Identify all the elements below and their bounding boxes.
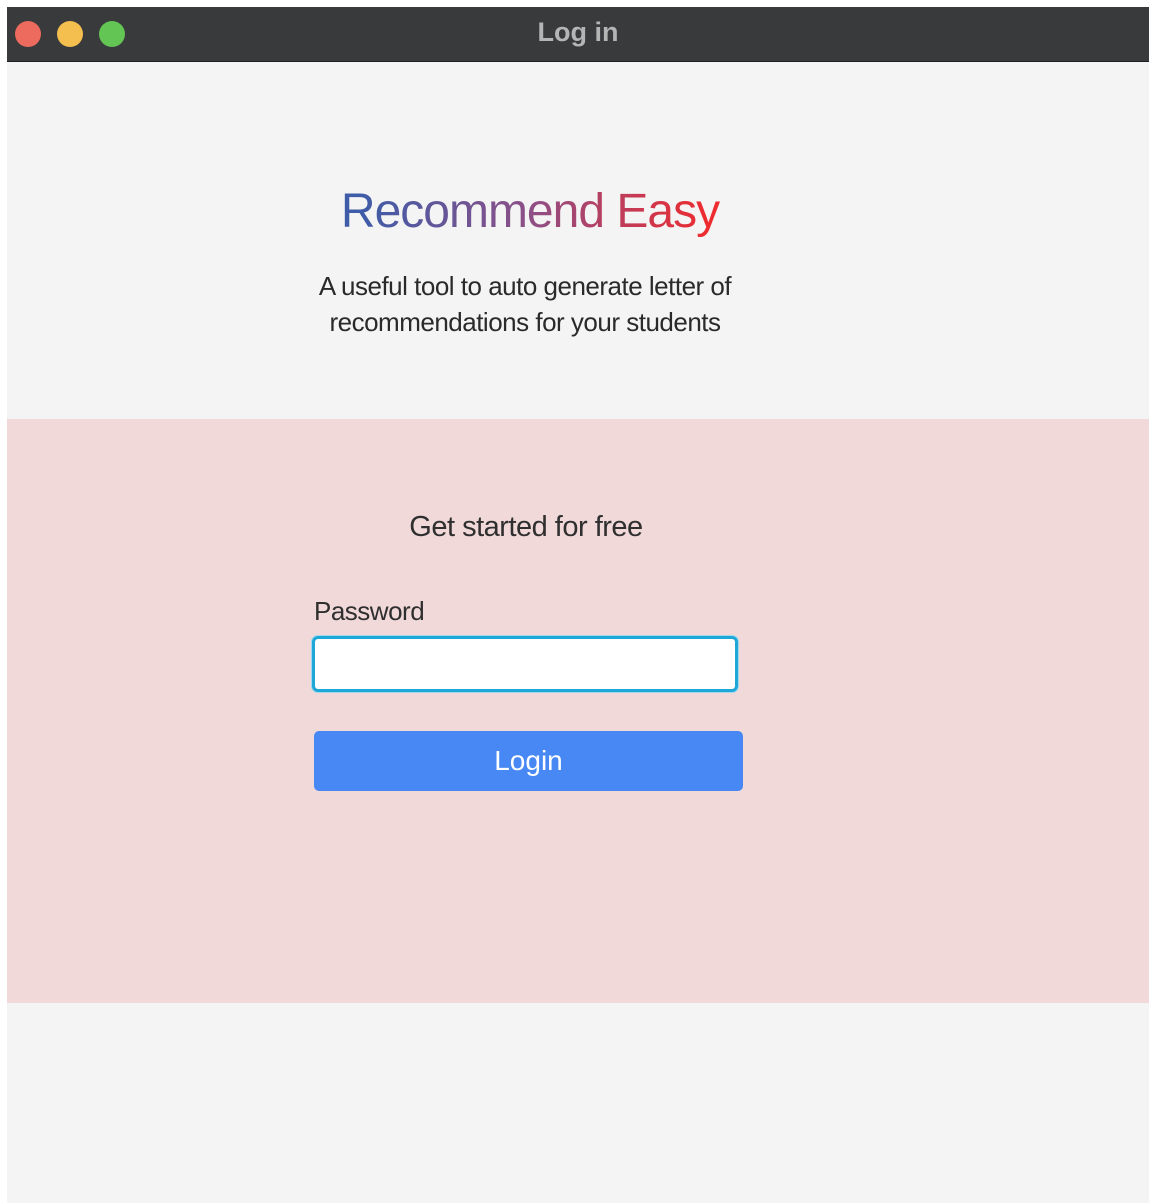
password-label: Password xyxy=(314,596,425,626)
brand-title-word-recommend: Recommend xyxy=(340,185,605,238)
brand-title: Recommend Easy xyxy=(7,184,1053,240)
hero-section: Recommend Easy A useful tool to auto gen… xyxy=(7,62,1149,419)
brand-title-word-easy: Easy xyxy=(616,185,720,238)
window-title: Log in xyxy=(537,17,619,47)
app-window: Log in Recommend Easy A useful tool to a… xyxy=(7,7,1149,1203)
login-button[interactable]: Login xyxy=(314,731,743,791)
title-bar: Log in xyxy=(7,7,1149,62)
tagline: A useful tool to auto generate letter of… xyxy=(318,271,732,337)
signup-panel: Get started for free Password Login xyxy=(7,419,1149,1003)
password-input[interactable] xyxy=(312,636,738,692)
signup-heading: Get started for free xyxy=(409,511,643,543)
